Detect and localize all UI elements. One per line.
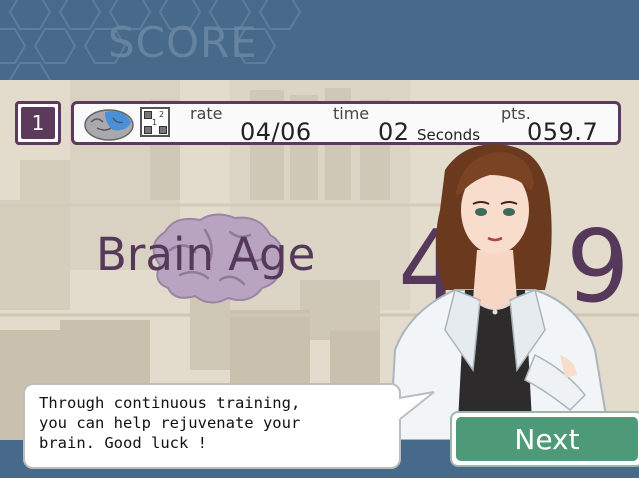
score-title: SCORE (108, 18, 258, 67)
dialog-line-3: brain. Good luck ! (39, 434, 207, 452)
stats-bar: 2 1 rate 04/06 time 02 Seconds pts. 059.… (71, 101, 621, 146)
grid-digit-top: 2 (159, 110, 165, 119)
speech-bubble: Through continuous training, you can hel… (23, 383, 401, 469)
rank-number: 1 (21, 107, 55, 139)
grid-puzzle-icon: 2 1 (140, 107, 170, 137)
hexagon-pattern (0, 0, 302, 80)
brain-age-digit-2: 9 (566, 208, 630, 325)
speech-bubble-tail (396, 391, 435, 421)
score-header: SCORE (0, 0, 639, 80)
rate-value: 04/06 (240, 118, 312, 146)
next-button-label: Next (456, 417, 638, 461)
rate-label: rate (190, 104, 223, 123)
time-label: time (333, 104, 370, 123)
grid-digit-middle: 1 (152, 118, 158, 127)
dialog-line-2: you can help rejuvenate your (39, 414, 301, 432)
rank-badge: 1 (15, 101, 61, 145)
brain-age-label: Brain Age (96, 228, 316, 281)
next-button[interactable]: Next (450, 411, 639, 467)
dialog-line-1: Through continuous training, (39, 394, 301, 412)
brain-icon (84, 109, 134, 141)
